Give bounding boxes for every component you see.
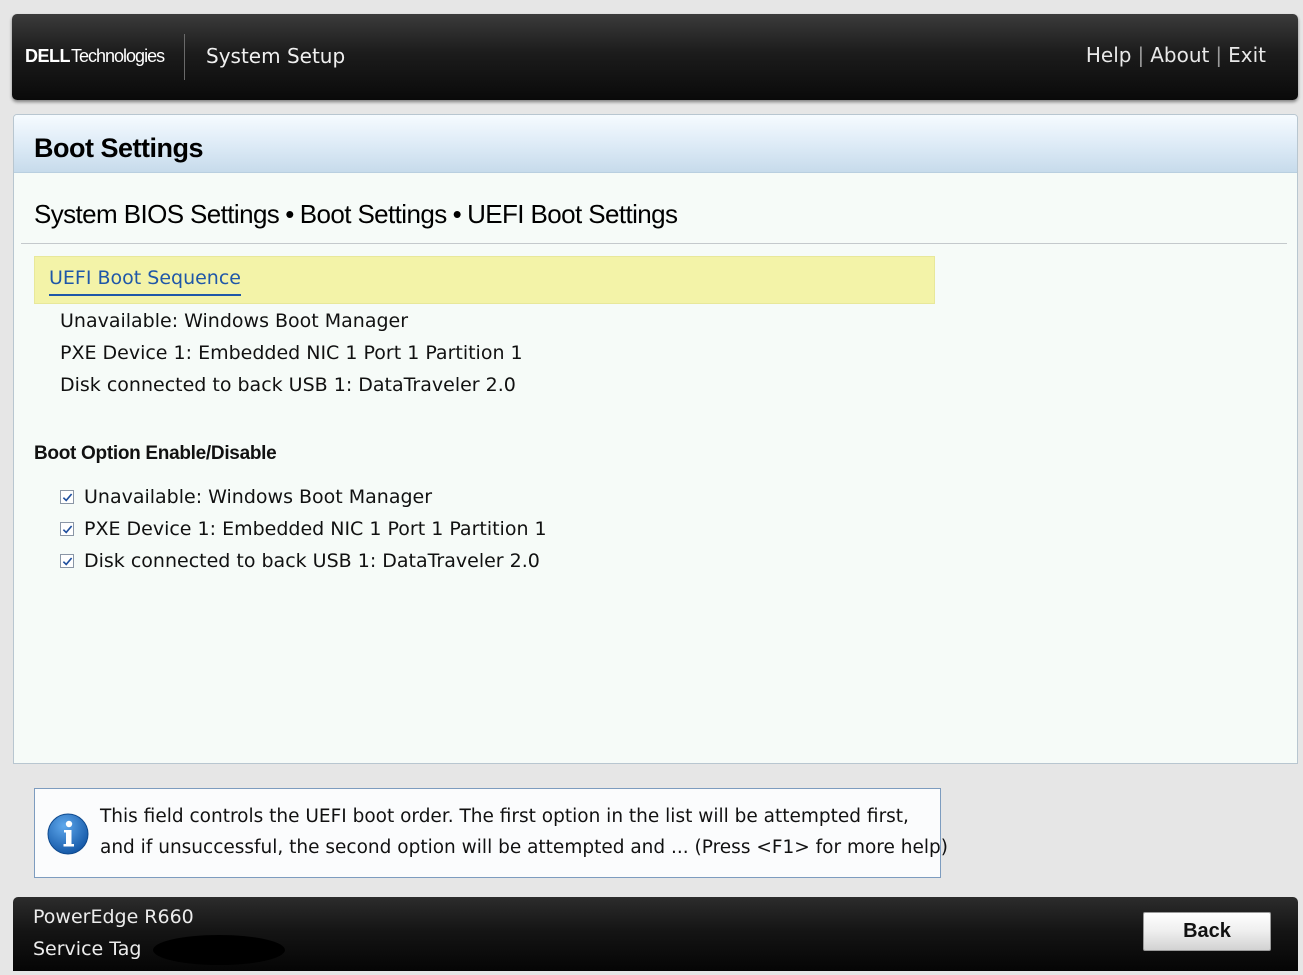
boot-option-checkbox[interactable] — [60, 554, 74, 568]
page-title: Boot Settings — [34, 133, 204, 163]
breadcrumb: System BIOS Settings • Boot Settings • UEFI … — [34, 199, 678, 230]
breadcrumb-divider — [21, 243, 1287, 244]
breadcrumb-item: UEFI Boot Settings — [467, 199, 678, 229]
help-text: This field controls the UEFI boot order.… — [100, 801, 948, 863]
checkmark-icon — [62, 524, 72, 534]
boot-option-checkbox[interactable] — [60, 522, 74, 536]
boot-option-section-title: Boot Option Enable/Disable — [34, 443, 277, 464]
link-separator: | — [1137, 43, 1145, 67]
breadcrumb-item: System BIOS Settings — [34, 199, 280, 229]
info-icon — [47, 813, 89, 855]
dell-technologies-logo: DELL Technologies — [25, 42, 165, 70]
app-title: System Setup — [206, 44, 346, 68]
boot-sequence-item: PXE Device 1: Embedded NIC 1 Port 1 Part… — [60, 342, 523, 364]
help-text-line: This field controls the UEFI boot order.… — [100, 806, 909, 827]
boot-option-label: Unavailable: Windows Boot Manager — [84, 486, 433, 508]
link-separator: | — [1215, 43, 1223, 67]
breadcrumb-separator: • — [285, 199, 294, 229]
boot-option-item: PXE Device 1: Embedded NIC 1 Port 1 Part… — [60, 513, 547, 545]
boot-option-item: Disk connected to back USB 1: DataTravel… — [60, 545, 547, 577]
back-button[interactable]: Back — [1143, 912, 1271, 951]
uefi-boot-sequence-row[interactable]: UEFI Boot Sequence — [34, 256, 935, 304]
boot-option-label: Disk connected to back USB 1: DataTravel… — [84, 550, 540, 572]
logo-technologies-wordmark: Technologies — [71, 45, 165, 66]
breadcrumb-separator: • — [452, 199, 462, 229]
top-header-bar: DELL Technologies System Setup Help | Abou… — [12, 14, 1298, 100]
header-divider — [184, 34, 185, 80]
logo-dell-wordmark: DELL — [25, 45, 71, 66]
server-model: PowerEdge R660 — [33, 906, 194, 928]
boot-option-checkbox[interactable] — [60, 490, 74, 504]
breadcrumb-item: Boot Settings — [299, 199, 447, 229]
footer-bar: PowerEdge R660 Service Tag Back — [13, 897, 1298, 971]
about-link[interactable]: About — [1150, 43, 1209, 67]
boot-option-label: PXE Device 1: Embedded NIC 1 Port 1 Part… — [84, 518, 547, 540]
boot-sequence-list: Unavailable: Windows Boot Manager PXE De… — [60, 305, 523, 401]
boot-option-item: Unavailable: Windows Boot Manager — [60, 481, 547, 513]
main-panel: Boot Settings System BIOS Settings • Boot … — [13, 114, 1298, 764]
panel-header: Boot Settings — [14, 115, 1297, 173]
help-text-line: and if unsuccessful, the second option w… — [100, 837, 948, 858]
checkmark-icon — [62, 492, 72, 502]
checkmark-icon — [62, 556, 72, 566]
help-box: This field controls the UEFI boot order.… — [34, 788, 948, 878]
boot-sequence-item: Unavailable: Windows Boot Manager — [60, 310, 409, 332]
exit-link[interactable]: Exit — [1228, 43, 1266, 67]
help-link[interactable]: Help — [1086, 43, 1132, 67]
service-tag-redaction — [153, 935, 285, 965]
header-links: Help | About | Exit — [1086, 43, 1266, 67]
boot-sequence-item: Disk connected to back USB 1: DataTravel… — [60, 374, 516, 396]
service-tag-label: Service Tag — [33, 938, 142, 960]
uefi-boot-sequence-link[interactable]: UEFI Boot Sequence — [49, 267, 241, 296]
boot-option-list: Unavailable: Windows Boot Manager PXE De… — [60, 481, 547, 577]
